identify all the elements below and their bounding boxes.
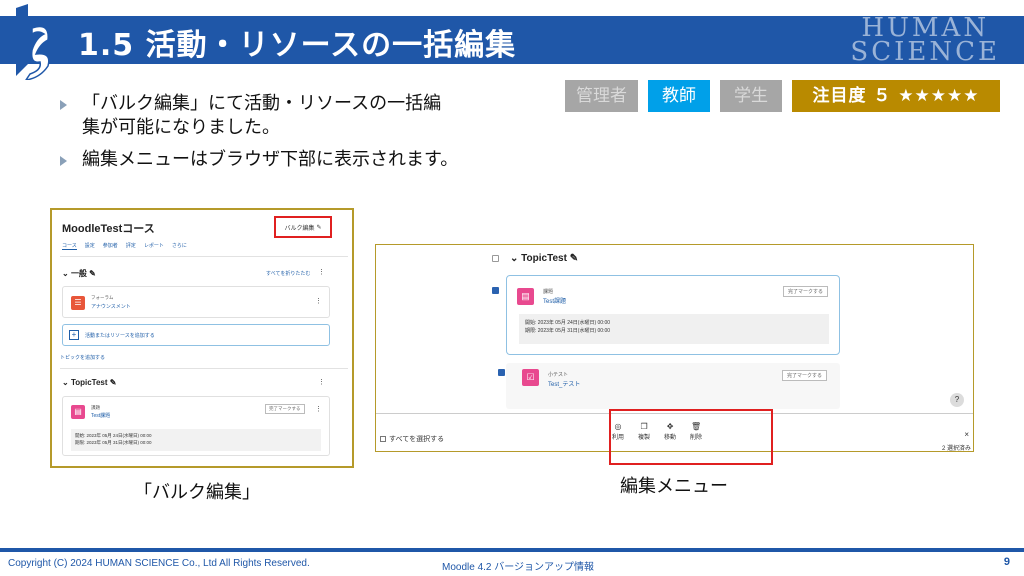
more-options-icon[interactable]: ⋮ [318,268,325,276]
tab-reports[interactable]: レポート [144,242,164,250]
bullet-text: 編集メニューはブラウザ下部に表示されます。 [82,149,459,170]
tab-grades[interactable]: 評定 [126,242,136,250]
checkbox-icon [380,436,386,442]
activity-type: 課題 [91,405,100,410]
admin-badge: 管理者 [565,80,638,112]
activity-name[interactable]: アナウンスメント [91,303,131,310]
bullet-triangle-icon [60,100,67,110]
tab-participants[interactable]: 参加者 [103,242,118,250]
collapse-all-link[interactable]: すべてを折りたたむ [266,270,310,277]
bullet-item: 「バルク編集」にて活動・リソースの一括編集が可能になりました。 [58,92,458,140]
bulk-edit-label: バルク編集 [284,225,315,232]
chevron-down-icon: ⌄ [510,253,522,264]
bulk-edit-button[interactable]: バルク編集 ✎ [274,216,332,238]
bullet-item: 編集メニューはブラウザ下部に表示されます。 [58,148,578,172]
edit-menu-highlight [609,409,773,465]
assignment-activity-card[interactable]: ▤ 課題 Test課題 完了マークする ⋮ 開始: 2023年 05月 24日(… [62,396,330,456]
copyright-text: Copyright (C) 2024 HUMAN SCIENCE Co., Lt… [8,558,310,569]
pencil-icon: ✎ [316,224,322,231]
attention-badge: 注目度 ５ ★★★★★ [792,80,1000,112]
due-date: 期限: 2023年 05月 31日(水曜日) 00:00 [525,328,611,334]
caption-bulk-edit: 「バルク編集」 [134,482,260,503]
role-badges: 管理者 教師 学生 注目度 ５ ★★★★★ [565,80,1000,112]
pencil-icon: ✎ [89,269,96,278]
section-general-title[interactable]: ⌄ 一般 ✎ [62,268,96,279]
student-badge: 学生 [720,80,782,112]
assignment-icon: ▤ [71,405,85,419]
human-science-logo-icon [16,4,50,80]
bullet-list: 「バルク編集」にて活動・リソースの一括編集が可能になりました。 編集メニューはブ… [58,92,578,180]
bullet-triangle-icon [60,156,67,166]
teacher-badge: 教師 [648,80,710,112]
assignment-icon: ▤ [517,288,534,305]
divider [60,256,348,257]
activity-type: 小テスト [548,372,569,378]
select-all-label: すべてを選択する [389,436,445,443]
close-icon[interactable]: × [964,430,969,439]
quiz-activity-card[interactable]: ☑ 小テスト Test_テスト 完了マークする [506,363,840,409]
divider [60,368,348,369]
section-checkbox[interactable] [492,255,499,262]
open-date: 開始: 2023年 05月 24日(水曜日) 00:00 [75,433,152,438]
footer-subtitle: Moodle 4.2 バージョンアップ情報 [442,562,595,573]
forum-activity-card[interactable]: ☰ フォーラム アナウンスメント ⋮ [62,286,330,318]
brand-wordmark: HUMAN SCIENCE [850,15,1000,67]
activity-dates: 開始: 2023年 05月 24日(水曜日) 00:00 期限: 2023年 0… [71,429,321,451]
add-activity-box[interactable]: + 活動またはリソースを追加する [62,324,330,346]
add-activity-label: 活動またはリソースを追加する [85,333,155,339]
section-topic-title[interactable]: ⌄ TopicTest ✎ [62,378,116,387]
course-tabs: コース 設定 参加者 評定 レポート さらに [62,242,187,250]
pencil-icon: ✎ [569,253,579,264]
more-options-icon[interactable]: ⋮ [315,405,322,413]
activity-name[interactable]: Test課題 [91,412,110,419]
activity-type: 課題 [543,289,554,295]
quiz-checkbox[interactable] [498,369,505,376]
assignment-activity-card[interactable]: ▤ 課題 Test課題 完了マークする 開始: 2023年 05月 24日(水曜… [506,275,840,355]
tab-more[interactable]: さらに [172,242,187,250]
footer-rule [0,548,1024,552]
page-number: 9 [1003,556,1010,568]
add-topic-link[interactable]: トピックを追加する [60,354,105,361]
more-options-icon[interactable]: ⋮ [315,297,322,305]
bulk-edit-screenshot: MoodleTestコース バルク編集 ✎ コース 設定 参加者 評定 レポート… [50,208,354,468]
open-date: 開始: 2023年 05月 24日(水曜日) 00:00 [525,320,611,326]
pencil-icon: ✎ [109,378,117,387]
slide-header: 1.5 活動・リソースの一括編集 HUMAN SCIENCE [0,0,1024,82]
course-title: MoodleTestコース [62,223,155,235]
quiz-icon: ☑ [522,369,539,386]
topic-title[interactable]: ⌄ TopicTest ✎ [510,253,578,264]
activity-name[interactable]: Test課題 [543,296,566,305]
mark-done-button[interactable]: 完了マークする [265,404,305,414]
activity-name[interactable]: Test_テスト [548,379,580,388]
slide-title: 1.5 活動・リソースの一括編集 [78,28,517,63]
brand-line-2: SCIENCE [850,37,1000,67]
forum-icon: ☰ [71,296,85,310]
caption-edit-menu: 編集メニュー [620,476,728,497]
bullet-text: 「バルク編集」にて活動・リソースの一括編集が可能になりました。 [82,93,442,138]
chevron-down-icon: ⌄ [62,378,71,387]
plus-icon: + [69,330,79,340]
mark-done-button[interactable]: 完了マークする [782,370,828,381]
due-date: 期限: 2023年 05月 31日(水曜日) 00:00 [75,440,152,445]
selected-count: 2 選択済み [941,446,971,452]
activity-dates: 開始: 2023年 05月 24日(水曜日) 00:00 期限: 2023年 0… [519,314,829,344]
more-options-icon[interactable]: ⋮ [318,378,325,386]
help-icon[interactable]: ? [950,393,964,407]
tab-settings[interactable]: 設定 [85,242,95,250]
mark-done-button[interactable]: 完了マークする [783,286,829,297]
tab-course[interactable]: コース [62,242,77,250]
assignment-checkbox[interactable] [492,287,499,294]
select-all-checkbox[interactable]: すべてを選択する [380,434,444,444]
chevron-down-icon: ⌄ [62,269,71,278]
activity-type: フォーラム [91,295,114,300]
